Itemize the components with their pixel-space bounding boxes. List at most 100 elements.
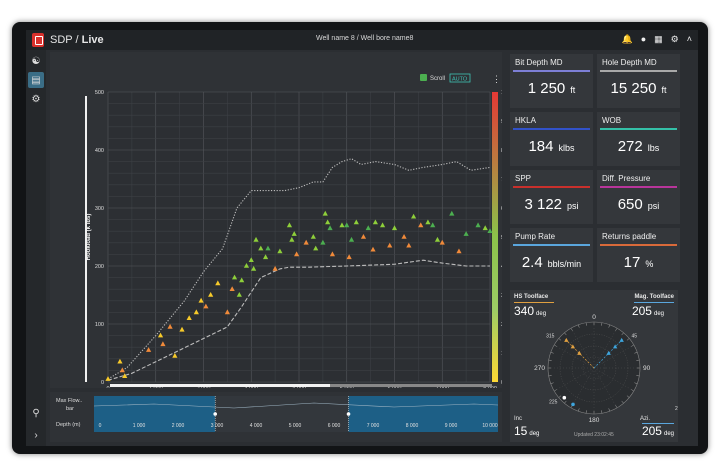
- dial-point-210: [571, 402, 575, 407]
- card-value: 1 250 ft: [510, 80, 593, 97]
- card-value: 15 250 ft: [597, 80, 680, 97]
- well-name[interactable]: Well name 8: [316, 35, 355, 42]
- parameter-card[interactable]: Diff. Pressure 650 psi: [597, 170, 680, 224]
- card-number: 272: [617, 138, 643, 155]
- more-menu-icon[interactable]: ⋮: [492, 74, 501, 84]
- nav-tick-label: 2 000: [172, 423, 185, 429]
- user-icon[interactable]: ●: [641, 34, 646, 45]
- top-bar: SDP / Live Well name 8 / Well bore name8…: [26, 30, 698, 50]
- parameter-card[interactable]: WOB 272 lbs: [597, 112, 680, 166]
- y2-tick-label: 20: [501, 322, 502, 328]
- app-screen: SDP / Live Well name 8 / Well bore name8…: [26, 30, 698, 446]
- gear-icon[interactable]: ⚙: [671, 34, 679, 45]
- nav-tick-label: 0: [99, 423, 102, 429]
- card-color-bar: [600, 128, 677, 130]
- bell-icon[interactable]: 🔔: [621, 34, 632, 45]
- card-color-bar: [600, 186, 677, 188]
- dial-label-0: 0: [592, 314, 596, 321]
- card-value: 2.4 bbls/min: [510, 254, 593, 271]
- y2-tick-label: 100: [501, 90, 502, 96]
- card-unit: %: [645, 259, 654, 269]
- card-color-bar: [600, 244, 677, 246]
- nav-row2-label: Depth (m): [56, 422, 81, 428]
- parameter-card[interactable]: Hole Depth MD 15 250 ft: [597, 54, 680, 108]
- card-number: 15 250: [610, 80, 657, 97]
- inc-label: Inc: [514, 416, 523, 422]
- card-number: 3 122: [524, 196, 563, 213]
- dial-marker-210: 210: [675, 406, 678, 412]
- chart-panel: ScrollAUTO⋮010020030040050001 0002 0003 …: [50, 52, 518, 400]
- card-color-bar: [513, 186, 590, 188]
- card-unit: bbls/min: [547, 259, 582, 269]
- dial-label-180: 180: [589, 417, 600, 424]
- card-color-bar: [513, 244, 590, 246]
- app-title: SDP / Live: [50, 34, 104, 46]
- well-breadcrumb[interactable]: Well name 8 / Well bore name8: [316, 35, 413, 42]
- updated-stamp: Updated 23:02:45: [574, 432, 614, 438]
- depth-navigator[interactable]: Max Flow.. bar Depth (m) 0 1 000 2 000 3 000 4 …: [50, 392, 502, 442]
- left-sidebar: ☯ ▤ ⚙ ⚲ ›: [26, 50, 46, 446]
- parameter-card[interactable]: HKLA 184 klbs: [510, 112, 593, 166]
- y-tick-label: 500: [95, 90, 104, 96]
- navigator-panel: Max Flow.. bar Depth (m) 0 1 000 2 000 3 000 4 …: [50, 392, 502, 442]
- parameter-card[interactable]: Returns paddle 17%: [597, 228, 680, 282]
- card-unit: klbs: [558, 143, 575, 153]
- parameter-card[interactable]: Bit Depth MD 1 250 ft: [510, 54, 593, 108]
- card-label: HKLA: [515, 116, 536, 125]
- nav-tick-label: 4 000: [250, 423, 263, 429]
- well-bore-name[interactable]: Well bore name8: [361, 35, 414, 42]
- card-unit: psi: [647, 201, 660, 211]
- dial-label-270: 270: [534, 365, 545, 372]
- y-axis-label: Hookload (k lbs): [86, 214, 92, 261]
- card-label: Pump Rate: [515, 232, 556, 241]
- grid-icon[interactable]: ▦: [654, 34, 663, 45]
- scroll-label: Scroll: [430, 76, 445, 82]
- dial-marker-225: 225: [549, 400, 558, 406]
- card-value: 650 psi: [597, 196, 680, 213]
- search-icon[interactable]: ⚲: [28, 405, 44, 421]
- parameter-card[interactable]: SPP 3 122 psi: [510, 170, 593, 224]
- card-unit: psi: [567, 201, 579, 211]
- card-label: Returns paddle: [602, 232, 657, 241]
- mode-name: Live: [81, 34, 104, 46]
- nav-handle-left[interactable]: [213, 412, 217, 416]
- breadcrumb-separator: /: [356, 35, 359, 42]
- y-tick-label: 200: [95, 264, 104, 270]
- y-tick-label: 300: [95, 206, 104, 212]
- card-number: 1 250: [527, 80, 566, 97]
- scroll-toggle-icon[interactable]: [420, 74, 427, 81]
- chart-scrollbar[interactable]: [110, 384, 492, 387]
- dial-marker-45: 45: [632, 333, 638, 339]
- hookload-chart[interactable]: ScrollAUTO⋮010020030040050001 0002 0003 …: [50, 52, 518, 400]
- dial-marker-315: 315: [546, 333, 555, 339]
- card-label: Hole Depth MD: [602, 58, 657, 67]
- brand-name: SDP: [50, 34, 73, 46]
- card-label: Diff. Pressure: [602, 174, 651, 183]
- toolface-panel: HS Toolface 340 deg Mag. Toolface 205 deg …: [510, 290, 678, 442]
- card-label: WOB: [602, 116, 622, 125]
- nav-tick-label: 3 000: [211, 423, 224, 429]
- nav-tick-label: 5 000: [289, 423, 302, 429]
- y-tick-label: 100: [95, 322, 104, 328]
- card-number: 2.4: [521, 254, 543, 271]
- card-value: 184 klbs: [510, 138, 593, 155]
- card-color-bar: [513, 70, 590, 72]
- azi-label: Azi.: [639, 416, 650, 422]
- card-label: Bit Depth MD: [515, 58, 563, 67]
- parameter-card[interactable]: Pump Rate 2.4 bbls/min: [510, 228, 593, 282]
- rig-icon[interactable]: ☯: [28, 53, 44, 69]
- nav-handle-right[interactable]: [346, 412, 351, 416]
- dial-label-90: 90: [643, 365, 651, 372]
- collapse-icon[interactable]: ˄: [687, 34, 692, 45]
- card-value: 272 lbs: [597, 138, 680, 155]
- card-unit: lbs: [647, 143, 660, 153]
- chart-scrollbar-thumb[interactable]: [110, 384, 330, 387]
- card-color-bar: [513, 128, 590, 130]
- expand-icon[interactable]: ›: [28, 427, 44, 443]
- azi-value: 205 deg: [641, 424, 674, 438]
- settings-icon[interactable]: ⚙: [28, 91, 44, 107]
- speed-color-bar: [492, 92, 498, 382]
- nav-tick-label: 10 000: [482, 423, 498, 429]
- dashboard-icon[interactable]: ▤: [28, 72, 44, 88]
- card-unit: ft: [570, 85, 576, 95]
